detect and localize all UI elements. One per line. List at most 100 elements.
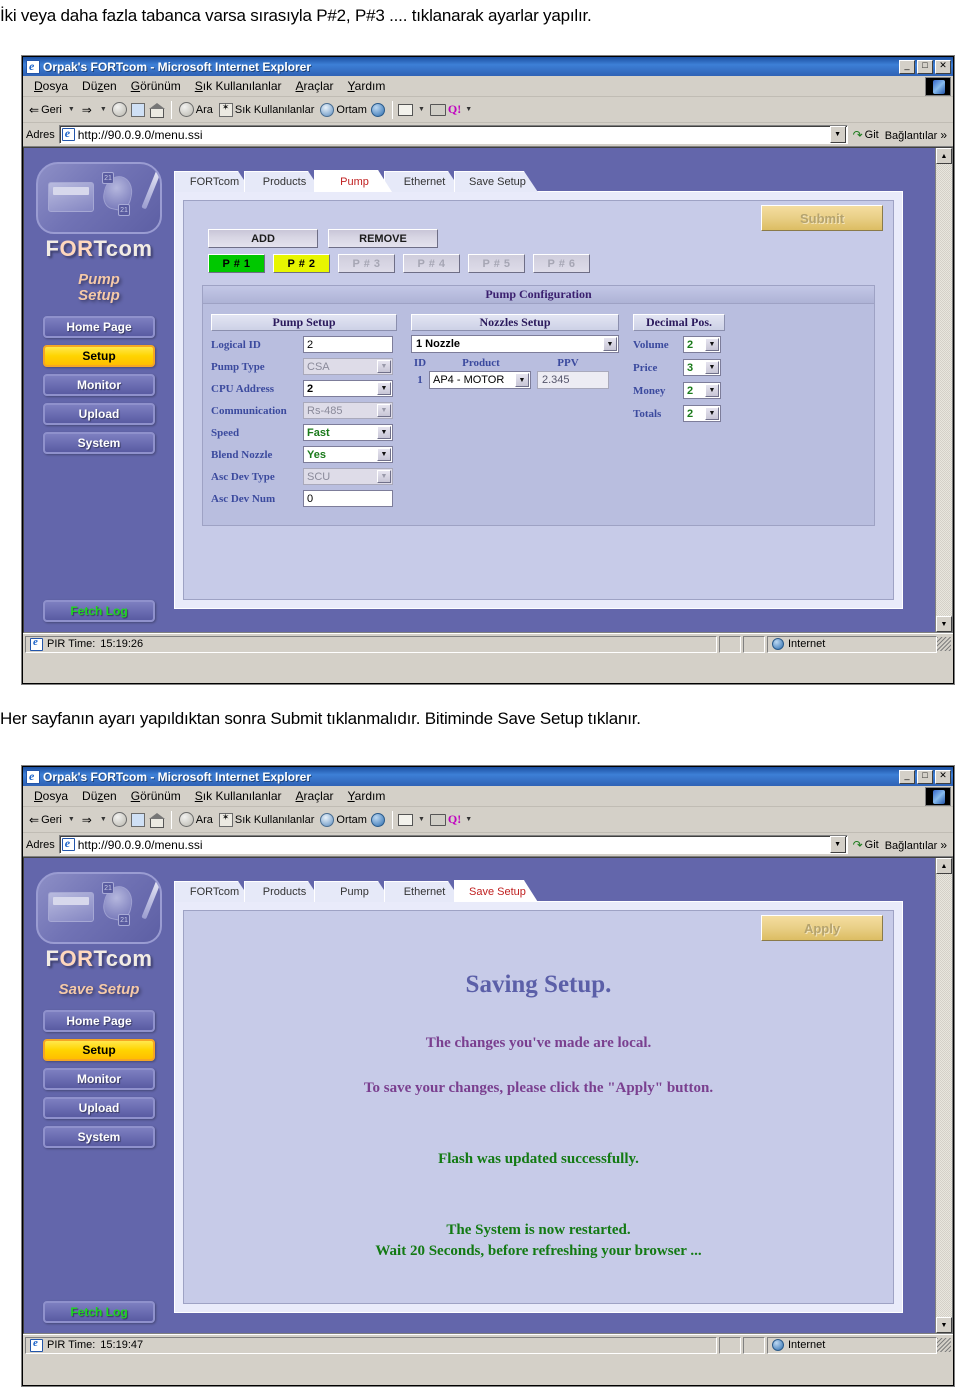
go-button[interactable]: ↷ Git xyxy=(853,128,879,142)
address-input[interactable]: http://90.0.9.0/menu.ssi ▼ xyxy=(58,835,848,854)
remove-pump-button[interactable]: REMOVE xyxy=(328,229,438,248)
sidebar-item-home-page[interactable]: Home Page xyxy=(43,315,155,338)
scrollbar-track[interactable] xyxy=(936,874,952,1317)
sidebar-item-setup[interactable]: Setup xyxy=(43,344,155,367)
close-button[interactable]: ✕ xyxy=(935,59,951,74)
back-dropdown-icon[interactable]: ▼ xyxy=(68,816,75,823)
chevron-down-icon[interactable]: ▼ xyxy=(705,407,719,420)
chevron-down-icon[interactable]: ▼ xyxy=(705,361,719,374)
back-button[interactable]: ⇐ Geri xyxy=(27,812,64,828)
menu-item-gorunum[interactable]: Görünüm xyxy=(124,77,188,95)
scroll-down-icon[interactable]: ▼ xyxy=(936,616,952,632)
tab-ethernet[interactable]: Ethernet xyxy=(384,881,462,902)
resize-grip[interactable] xyxy=(937,1338,951,1352)
chevron-down-icon[interactable]: ▼ xyxy=(603,337,617,351)
resize-grip[interactable] xyxy=(937,637,951,651)
maximize-button[interactable]: □ xyxy=(917,769,933,784)
pump-button-4[interactable]: P # 4 xyxy=(403,254,460,273)
links-button[interactable]: Bağlantılar» xyxy=(885,128,947,142)
tab-save-setup[interactable]: Save Setup xyxy=(454,880,538,902)
sidebar-item-home-page[interactable]: Home Page xyxy=(43,1009,155,1032)
menu-item-sik-kullanilanlar[interactable]: Sık Kullanılanlar xyxy=(188,77,289,95)
media-button[interactable]: Ortam xyxy=(318,812,369,828)
tab-fortcom[interactable]: FORTcom xyxy=(174,881,252,902)
favorites-button[interactable]: Sık Kullanılanlar xyxy=(217,812,317,828)
input-asc-dev-num[interactable]: 0 xyxy=(303,490,393,507)
messenger-icon[interactable]: Q! xyxy=(448,102,461,117)
history-icon[interactable] xyxy=(370,102,385,117)
chevron-down-icon[interactable]: ▼ xyxy=(377,448,391,461)
links-button[interactable]: Bağlantılar» xyxy=(885,838,947,852)
chevron-down-icon[interactable]: ▼ xyxy=(377,382,391,395)
home-icon[interactable] xyxy=(148,812,165,828)
input-nozzle-ppv[interactable]: 2.345 xyxy=(537,371,609,389)
mail-icon[interactable] xyxy=(397,813,413,826)
print-icon[interactable] xyxy=(429,103,446,116)
refresh-icon[interactable] xyxy=(130,812,145,827)
chevron-down-icon[interactable]: ▼ xyxy=(705,338,719,351)
sidebar-item-monitor[interactable]: Monitor xyxy=(43,1067,155,1090)
messenger-dropdown-icon[interactable]: ▼ xyxy=(465,106,472,113)
forward-button[interactable]: ⇒ xyxy=(80,812,96,828)
tab-products[interactable]: Products xyxy=(244,171,322,192)
scrollbar-track[interactable] xyxy=(936,164,952,616)
menu-item-gorunum[interactable]: Görünüm xyxy=(124,787,188,805)
address-dropdown-button[interactable]: ▼ xyxy=(829,836,846,853)
pump-button-6[interactable]: P # 6 xyxy=(533,254,590,273)
search-button[interactable]: Ara xyxy=(177,811,215,828)
sidebar-item-system[interactable]: System xyxy=(43,431,155,454)
forward-button[interactable]: ⇒ xyxy=(80,102,96,118)
search-button[interactable]: Ara xyxy=(177,101,215,118)
select-speed[interactable]: Fast ▼ xyxy=(303,424,393,441)
add-pump-button[interactable]: ADD xyxy=(208,229,318,248)
maximize-button[interactable]: □ xyxy=(917,59,933,74)
back-dropdown-icon[interactable]: ▼ xyxy=(68,106,75,113)
refresh-icon[interactable] xyxy=(130,102,145,117)
pump-button-5[interactable]: P # 5 xyxy=(468,254,525,273)
address-dropdown-button[interactable]: ▼ xyxy=(829,126,846,143)
select-decimal-price[interactable]: 3 ▼ xyxy=(683,359,721,376)
pump-button-3[interactable]: P # 3 xyxy=(338,254,395,273)
messenger-icon[interactable]: Q! xyxy=(448,812,461,827)
menu-item-yardim[interactable]: Yardım xyxy=(341,77,393,95)
fetch-log-button[interactable]: Fetch Log xyxy=(43,600,155,622)
forward-dropdown-icon[interactable]: ▼ xyxy=(100,816,107,823)
print-icon[interactable] xyxy=(429,813,446,826)
menu-item-araclar[interactable]: Araçlar xyxy=(289,77,341,95)
tab-ethernet[interactable]: Ethernet xyxy=(384,171,462,192)
chevron-down-icon[interactable]: ▼ xyxy=(515,373,529,387)
menu-item-duzen[interactable]: Düzen xyxy=(75,77,124,95)
menu-item-yardim[interactable]: Yardım xyxy=(341,787,393,805)
menu-item-sik-kullanilanlar[interactable]: Sık Kullanılanlar xyxy=(188,787,289,805)
tab-fortcom[interactable]: FORTcom xyxy=(174,171,252,192)
back-button[interactable]: ⇐ Geri xyxy=(27,102,64,118)
minimize-button[interactable]: _ xyxy=(899,769,915,784)
select-cpu-address[interactable]: 2 ▼ xyxy=(303,380,393,397)
scroll-up-icon[interactable]: ▲ xyxy=(936,858,952,874)
apply-button[interactable]: Apply xyxy=(761,915,883,941)
address-input[interactable]: http://90.0.9.0/menu.ssi ▼ xyxy=(58,125,848,144)
select-blend-nozzle[interactable]: Yes ▼ xyxy=(303,446,393,463)
pump-button-1[interactable]: P # 1 xyxy=(208,254,265,273)
tab-products[interactable]: Products xyxy=(244,881,322,902)
scroll-up-icon[interactable]: ▲ xyxy=(936,148,952,164)
sidebar-item-monitor[interactable]: Monitor xyxy=(43,373,155,396)
stop-icon[interactable] xyxy=(111,102,127,117)
mail-icon[interactable] xyxy=(397,103,413,116)
select-decimal-totals[interactable]: 2 ▼ xyxy=(683,405,721,422)
pump-button-2[interactable]: P # 2 xyxy=(273,254,330,273)
messenger-dropdown-icon[interactable]: ▼ xyxy=(465,816,472,823)
input-logical-id[interactable]: 2 xyxy=(303,336,393,353)
mail-dropdown-icon[interactable]: ▼ xyxy=(418,816,425,823)
vertical-scrollbar[interactable]: ▲ ▼ xyxy=(935,858,952,1333)
select-nozzle-count[interactable]: 1 Nozzle ▼ xyxy=(411,335,619,353)
sidebar-item-upload[interactable]: Upload xyxy=(43,1096,155,1119)
stop-icon[interactable] xyxy=(111,812,127,827)
minimize-button[interactable]: _ xyxy=(899,59,915,74)
select-nozzle-product[interactable]: AP4 - MOTOR ▼ xyxy=(429,371,531,389)
sidebar-item-setup[interactable]: Setup xyxy=(43,1038,155,1061)
vertical-scrollbar[interactable]: ▲ ▼ xyxy=(935,148,952,632)
mail-dropdown-icon[interactable]: ▼ xyxy=(418,106,425,113)
sidebar-item-system[interactable]: System xyxy=(43,1125,155,1148)
media-button[interactable]: Ortam xyxy=(318,102,369,118)
